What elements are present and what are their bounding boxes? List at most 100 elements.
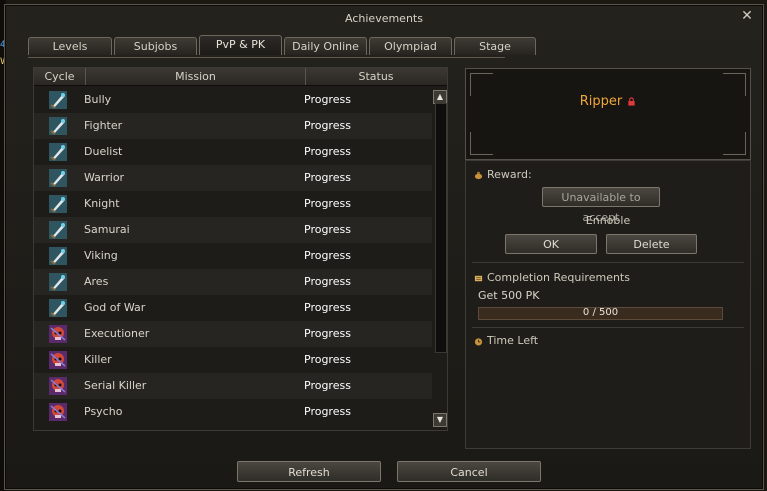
mission-status: Progress: [304, 93, 351, 106]
mission-status: Progress: [304, 197, 351, 210]
coin-bag-icon: [474, 171, 483, 179]
close-icon[interactable]: ✕: [740, 9, 754, 23]
mission-name: Fighter: [84, 119, 123, 132]
skull-icon: [48, 324, 68, 344]
table-row[interactable]: Fighter Progress: [34, 113, 432, 139]
mission-name: Bully: [84, 93, 112, 106]
corner-ornament-icon: [723, 73, 746, 96]
clock-icon: [474, 337, 483, 346]
scroll-icon: [474, 275, 483, 281]
table-row[interactable]: Ares Progress: [34, 269, 432, 295]
mission-status: Progress: [304, 405, 351, 418]
achievements-window: Achievements ✕ Levels Subjobs PvP & PK D…: [4, 4, 764, 490]
unavailable-to-accept-button[interactable]: Unavailable to accept: [542, 187, 660, 224]
blade-icon: [48, 142, 68, 162]
mission-status: Progress: [304, 249, 351, 262]
tab-subjobs[interactable]: Subjobs: [114, 37, 197, 55]
mission-list: Cycle Mission Status Bully Progress Fighte…: [33, 67, 448, 431]
mission-status: Progress: [304, 171, 351, 184]
skull-icon: [48, 376, 68, 396]
header-mission[interactable]: Mission: [86, 68, 306, 85]
list-header: Cycle Mission Status: [34, 68, 447, 86]
mission-name: Samurai: [84, 223, 130, 236]
mission-name: Duelist: [84, 145, 123, 158]
reward-section: Reward:: [474, 168, 532, 181]
tab-daily-online[interactable]: Daily Online: [284, 37, 367, 55]
corner-ornament-icon: [723, 132, 746, 155]
cancel-button[interactable]: Cancel: [397, 461, 541, 482]
blade-icon: [48, 194, 68, 214]
mission-name: Knight: [84, 197, 120, 210]
delete-button[interactable]: Delete: [606, 234, 697, 254]
mission-status: Progress: [304, 119, 351, 132]
table-row[interactable]: Viking Progress: [34, 243, 432, 269]
table-row[interactable]: Killer Progress: [34, 347, 432, 373]
table-row[interactable]: Executioner Progress: [34, 321, 432, 347]
scroll-track[interactable]: [435, 103, 447, 353]
blade-icon: [48, 246, 68, 266]
mission-status: Progress: [304, 327, 351, 340]
mission-status: Progress: [304, 145, 351, 158]
corner-ornament-icon: [470, 132, 493, 155]
mission-name: God of War: [84, 301, 146, 314]
achievement-name: Ripper: [579, 94, 623, 109]
tab-levels[interactable]: Levels: [28, 37, 112, 55]
blade-icon: [48, 220, 68, 240]
blade-icon: [48, 298, 68, 318]
time-left-section: Time Left: [474, 334, 538, 347]
mission-name: Warrior: [84, 171, 125, 184]
blade-icon: [48, 116, 68, 136]
table-row[interactable]: Bully Progress: [34, 87, 432, 113]
achievement-details-panel: Reward: Unavailable to accept Ennoble OK…: [465, 160, 751, 449]
scroll-up-icon[interactable]: ▲: [433, 90, 447, 104]
achievement-title: Ripper: [466, 94, 750, 109]
mission-status: Progress: [304, 223, 351, 236]
reward-label: Reward:: [487, 168, 532, 181]
mission-rows: Bully Progress Fighter Progress Duelist Progr…: [34, 87, 432, 425]
time-left-label: Time Left: [487, 334, 539, 347]
window-title: Achievements: [345, 12, 423, 25]
lock-icon: [628, 97, 635, 106]
skull-icon: [48, 350, 68, 370]
scrollbar[interactable]: ▲ ▼: [433, 87, 447, 427]
blade-icon: [48, 272, 68, 292]
mission-name: Killer: [84, 353, 112, 366]
table-row[interactable]: Psycho Progress: [34, 399, 432, 425]
requirements-section: Completion Requirements: [474, 271, 630, 284]
tab-pvp-pk[interactable]: PvP & PK: [199, 35, 282, 55]
ok-button[interactable]: OK: [505, 234, 597, 254]
divider: [472, 262, 744, 263]
requirements-label: Completion Requirements: [487, 271, 630, 284]
table-row[interactable]: Samurai Progress: [34, 217, 432, 243]
table-row[interactable]: Duelist Progress: [34, 139, 432, 165]
table-row[interactable]: Knight Progress: [34, 191, 432, 217]
skull-icon: [48, 402, 68, 422]
mission-name: Ares: [84, 275, 109, 288]
table-row[interactable]: Serial Killer Progress: [34, 373, 432, 399]
mission-status: Progress: [304, 379, 351, 392]
achievement-title-box: Ripper: [465, 68, 751, 160]
table-row[interactable]: Warrior Progress: [34, 165, 432, 191]
mission-status: Progress: [304, 275, 351, 288]
mission-name: Psycho: [84, 405, 123, 418]
table-row[interactable]: God of War Progress: [34, 295, 432, 321]
header-cycle[interactable]: Cycle: [34, 68, 86, 85]
header-status[interactable]: Status: [306, 68, 446, 85]
tab-bar: Levels Subjobs PvP & PK Daily Online Oly…: [28, 35, 536, 55]
scroll-down-icon[interactable]: ▼: [433, 413, 447, 427]
mission-status: Progress: [304, 353, 351, 366]
divider: [472, 327, 744, 328]
refresh-button[interactable]: Refresh: [237, 461, 381, 482]
requirement-text: Get 500 PK: [478, 289, 540, 302]
blade-icon: [48, 90, 68, 110]
tab-olympiad[interactable]: Olympiad: [369, 37, 452, 55]
mission-name: Serial Killer: [84, 379, 147, 392]
mission-status: Progress: [304, 301, 351, 314]
mission-name: Executioner: [84, 327, 150, 340]
blade-icon: [48, 168, 68, 188]
tab-stage[interactable]: Stage: [454, 37, 536, 55]
tab-underline: [28, 57, 505, 58]
mission-name: Viking: [84, 249, 118, 262]
corner-ornament-icon: [470, 73, 493, 96]
requirement-progress-bar: 0 / 500: [478, 307, 723, 320]
